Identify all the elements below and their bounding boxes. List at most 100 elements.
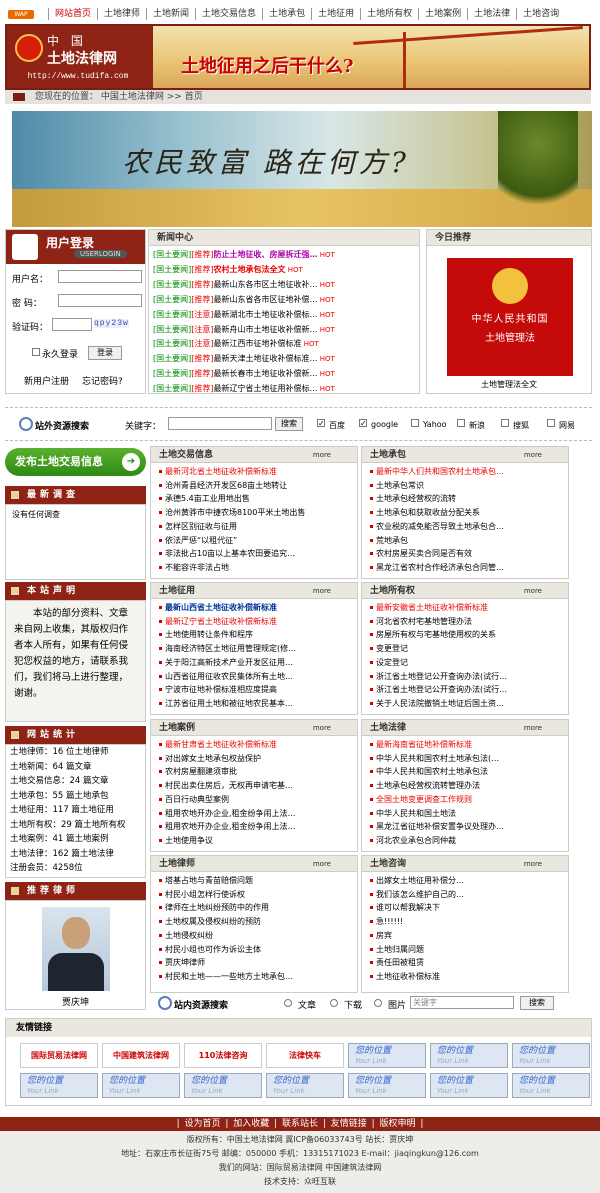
list-item[interactable]: 农村房屋翻建须审批 [159, 765, 357, 779]
register-link[interactable]: 新用户注册 [24, 374, 69, 387]
list-item[interactable]: 村民小组怎样行使诉权 [159, 888, 357, 902]
list-item[interactable]: 海南经济特区土地征用管理规定(修… [159, 642, 357, 656]
list-item[interactable]: 变更登记 [370, 642, 568, 656]
lawyer-name[interactable]: 贾庆坤 [6, 995, 145, 1008]
forgot-password-link[interactable]: 忘记密码? [82, 374, 123, 387]
book-caption[interactable]: 土地管理法全文 [427, 379, 591, 390]
location-path[interactable]: 中国土地法律网 >> 首页 [101, 92, 203, 102]
footer-menu[interactable]: | 设为首页 | 加入收藏 | 联系站长 | 友情链接 | 版权申明 | [0, 1117, 600, 1131]
list-item[interactable]: 依法严惩“以租代征” [159, 534, 357, 548]
news-item[interactable]: [国土要闻][注意]最新江西市征地补偿标准 HOT [153, 337, 419, 352]
list-item[interactable]: 最新甘肃省土地征收补偿新标准 [159, 738, 357, 752]
engine-checkbox[interactable] [457, 419, 465, 427]
captcha-image[interactable]: qpy23w [94, 319, 129, 328]
list-item[interactable]: 非法批占10亩以上基本农田要追究… [159, 547, 357, 561]
list-item[interactable]: 村民出卖住房后，无权再申请宅基… [159, 779, 357, 793]
your-link-slot[interactable]: 您的位置 Your Link [20, 1073, 98, 1098]
engine-checkbox[interactable] [501, 419, 509, 427]
news-title[interactable]: 最新辽宁省土地征用补偿标… [214, 384, 318, 393]
news-item[interactable]: [国土要闻][推荐]最新辽宁省土地征用补偿标… HOT [153, 382, 419, 397]
friend-logo[interactable]: 法律快车Lawtime.cn [266, 1043, 344, 1083]
news-item[interactable]: [国土要闻][推荐]农村土地承包法全文 HOT [153, 263, 419, 278]
list-item[interactable]: 江苏省征用土地和被征地农民基本… [159, 697, 357, 711]
news-title[interactable]: 最新湖北市土地征收补偿标… [214, 310, 318, 319]
list-item[interactable]: 最新中华人们共和国农村土地承包… [370, 465, 568, 479]
site-logo[interactable]: 中 国 土地法律网 http://www.tudifa.com [7, 26, 153, 88]
list-item[interactable]: 沧州黄骅市中捷农场8100平米土地出售 [159, 506, 357, 520]
list-item[interactable]: 租用农地开办企业,租金纷争闹上法… [159, 820, 357, 834]
more-link[interactable]: more [313, 720, 331, 736]
list-item[interactable]: 关于阳江高新技术产业开发区征用… [159, 656, 357, 670]
list-item[interactable]: 急!!!!!! [370, 915, 568, 929]
engine-checkbox[interactable] [411, 419, 419, 427]
password-input[interactable] [58, 294, 142, 307]
news-title[interactable]: 最新舟山市土地征收补偿新… [214, 325, 318, 334]
list-item[interactable]: 最新安徽省土地征收补偿新标准 [370, 601, 568, 615]
radio-image[interactable] [374, 999, 382, 1007]
news-item[interactable]: [国土要闻][注意]最新舟山市土地征收补偿新… HOT [153, 323, 419, 338]
list-item[interactable]: 土地使用转让条件和程序 [159, 628, 357, 642]
your-link-slot[interactable]: 您的位置 Your Link [348, 1073, 426, 1098]
nav-item[interactable]: 土地案例 [418, 8, 467, 20]
list-item[interactable]: 河北农业承包合同仲裁 [370, 834, 568, 848]
list-item[interactable]: 房屋所有权与宅基地使用权的关系 [370, 628, 568, 642]
nav-item[interactable]: 土地法律 [467, 8, 516, 20]
news-item[interactable]: [国土要闻][推荐]最新天津土地征收补偿标准… HOT [153, 352, 419, 367]
list-item[interactable]: 宁波市征地补偿标准相应度提高 [159, 683, 357, 697]
your-link-slot[interactable]: 您的位置 Your Link [430, 1043, 508, 1068]
list-item[interactable]: 河北省农村宅基地管理办法 [370, 615, 568, 629]
wap-badge[interactable]: WAP [8, 9, 34, 19]
list-item[interactable]: 土地征收补偿标准 [370, 970, 568, 984]
friend-logo[interactable]: 国际贸易法律网 [20, 1043, 98, 1068]
your-link-slot[interactable]: 您的位置 Your Link [430, 1073, 508, 1098]
your-link-slot[interactable]: 您的位置 Your Link [512, 1043, 590, 1068]
list-item[interactable]: 浙江省土地登记公开查询办法(试行… [370, 670, 568, 684]
list-item[interactable]: 律师在土地纠纷预防中的作用 [159, 901, 357, 915]
list-item[interactable]: 土地承包经营权的流转 [370, 492, 568, 506]
list-item[interactable]: 对出嫁女土地承包权益保护 [159, 752, 357, 766]
external-search-input[interactable] [168, 417, 272, 430]
list-item[interactable]: 承德5.4亩工业用地出售 [159, 492, 357, 506]
radio-download[interactable] [330, 999, 338, 1007]
list-item[interactable]: 黑龙江省征地补偿安置争议处理办… [370, 820, 568, 834]
list-item[interactable]: 中华人民共和国农村土地承包法(… [370, 752, 568, 766]
internal-search-button[interactable]: 搜索 [520, 996, 554, 1010]
list-item[interactable]: 全国土地变更调查工作规则 [370, 793, 568, 807]
list-item[interactable]: 荒地承包 [370, 534, 568, 548]
more-link[interactable]: more [313, 583, 331, 599]
news-item[interactable]: [国土要闻][推荐]最新山东各市区土地征收补… HOT [153, 278, 419, 293]
more-link[interactable]: more [313, 856, 331, 872]
lawyer-photo[interactable] [42, 907, 110, 991]
footer-line[interactable]: 我们的网站：国际贸易法律网 中国建筑法律网 [0, 1161, 600, 1175]
list-item[interactable]: 最新海南省征地补偿新标准 [370, 738, 568, 752]
list-item[interactable]: 租用农地开办企业,租金纷争闹上法… [159, 807, 357, 821]
your-link-slot[interactable]: 您的位置 Your Link [184, 1073, 262, 1098]
news-title[interactable]: 农村土地承包法全文 [214, 265, 286, 274]
list-item[interactable]: 不能容许非法占地 [159, 561, 357, 575]
list-item[interactable]: 最新山西省土地征收补偿新标准 [159, 601, 357, 615]
news-item[interactable]: [国土要闻][推荐]防止土地征收、房屋拆迁强… HOT [153, 248, 419, 263]
list-item[interactable]: 出嫁女土地征用补偿分… [370, 874, 568, 888]
friend-logo[interactable]: 110法律咨询 [184, 1043, 262, 1068]
engine-checkbox[interactable]: ✓ [317, 419, 325, 428]
book-cover[interactable]: 中华人民共和国 土地管理法 [447, 258, 573, 376]
list-item[interactable]: 村民和土地——一些地方土地承包… [159, 970, 357, 984]
list-item[interactable]: 土地侵权纠纷 [159, 929, 357, 943]
list-item[interactable]: 我们该怎么维护自己的… [370, 888, 568, 902]
nav-item[interactable]: 土地律师 [97, 8, 146, 20]
list-item[interactable]: 山西省征用征收农民集体所有土地… [159, 670, 357, 684]
news-title[interactable]: 最新山东各市区土地征收补… [214, 280, 318, 289]
your-link-slot[interactable]: 您的位置 Your Link [102, 1073, 180, 1098]
news-title[interactable]: 最新长春市土地征收补偿新… [214, 369, 318, 378]
your-link-slot[interactable]: 您的位置 Your Link [266, 1073, 344, 1098]
publish-trade-button[interactable]: 发布土地交易信息 ➔ [5, 448, 146, 476]
list-item[interactable]: 农村房屋买卖合同是否有效 [370, 547, 568, 561]
friend-logo[interactable]: 中国建筑法律网 [102, 1043, 180, 1068]
internal-search-input[interactable]: 关键字 [410, 996, 514, 1009]
list-item[interactable]: 塔基占地与青苗赔偿问题 [159, 874, 357, 888]
more-link[interactable]: more [524, 856, 542, 872]
engine-checkbox[interactable]: ✓ [359, 419, 367, 428]
list-item[interactable]: 土地承包和获取收益分配关系 [370, 506, 568, 520]
list-item[interactable]: 设定登记 [370, 656, 568, 670]
list-item[interactable]: 关于人民法院撤销土地证后国土资… [370, 697, 568, 711]
